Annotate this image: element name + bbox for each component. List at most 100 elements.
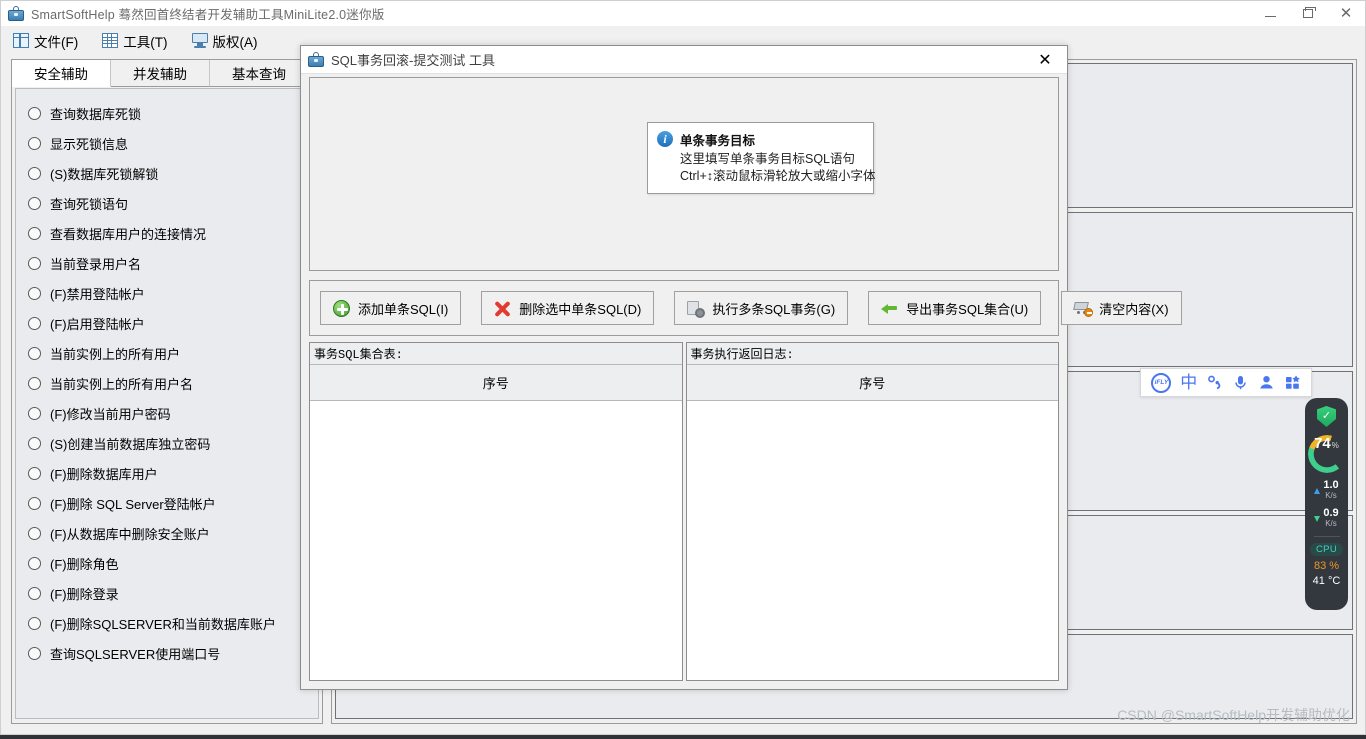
radio-option[interactable]: (F)删除数据库用户 xyxy=(28,458,318,488)
radio-option[interactable]: 查询数据库死锁 xyxy=(28,98,318,128)
radio-option[interactable]: (F)删除角色 xyxy=(28,548,318,578)
radio-option[interactable]: (F)删除登录 xyxy=(28,578,318,608)
sql-collection-column-header: 序号 xyxy=(310,365,682,401)
radio-label: (F)修改当前用户密码 xyxy=(50,406,171,422)
dialog-toolbar: 添加单条SQL(I) 删除选中单条SQL(D) 执行多条SQL事务(G) 导出事… xyxy=(309,280,1182,336)
radio-label: (F)禁用登陆帐户 xyxy=(50,286,145,302)
execute-multi-sql-label: 执行多条SQL事务(G) xyxy=(712,301,836,317)
radio-option[interactable]: 显示死锁信息 xyxy=(28,128,318,158)
user-icon[interactable] xyxy=(1258,374,1275,391)
tooltip-line-2: Ctrl+↕滚动鼠标滑轮放大或缩小字体 xyxy=(680,169,876,183)
clear-cart-icon xyxy=(1073,300,1094,317)
main-title-bar: SmartSoftHelp 蓦然回首终结者开发辅助工具MiniLite2.0迷你… xyxy=(1,1,1365,26)
radio-option[interactable]: 当前登录用户名 xyxy=(28,248,318,278)
upload-speed-value: 1.0 xyxy=(1323,479,1339,491)
system-monitor-widget[interactable]: ✓ 74 % 1.0 K/s 0.9 K/s CPU 83 % 41 °C xyxy=(1305,398,1348,610)
add-single-sql-button[interactable]: 添加单条SQL(I) xyxy=(320,291,462,325)
minimize-button[interactable] xyxy=(1251,1,1289,26)
export-arrow-icon xyxy=(881,300,898,317)
sql-collection-grid-body[interactable] xyxy=(310,401,682,680)
export-sql-collection-label: 导出事务SQL集合(U) xyxy=(906,301,1029,317)
menu-item-copyright[interactable]: 版权(A) xyxy=(191,31,258,51)
file-panes-icon xyxy=(13,33,29,48)
radio-option[interactable]: (F)启用登陆帐户 xyxy=(28,308,318,338)
radio-circle-icon xyxy=(28,616,41,630)
radio-option[interactable]: (F)删除 SQL Server登陆帐户 xyxy=(28,488,318,518)
delete-selected-sql-button[interactable]: 删除选中单条SQL(D) xyxy=(481,291,655,325)
info-icon: i xyxy=(657,131,673,147)
punctuation-icon[interactable] xyxy=(1206,374,1223,391)
radio-option[interactable]: (F)从数据库中删除安全账户 xyxy=(28,518,318,548)
execution-log-column-header: 序号 xyxy=(686,365,1058,401)
apps-grid-icon[interactable] xyxy=(1284,374,1301,391)
radio-circle-icon xyxy=(28,646,41,660)
monitor-divider xyxy=(1313,536,1340,537)
radio-label: (F)删除SQLSERVER和当前数据库账户 xyxy=(50,616,276,632)
radio-circle-icon xyxy=(28,586,41,600)
radio-circle-icon xyxy=(28,436,41,450)
execution-log-grid: 事务执行返回日志: 序号 xyxy=(685,342,1059,681)
execute-multi-sql-button[interactable]: 执行多条SQL事务(G) xyxy=(674,291,849,325)
delete-x-icon xyxy=(494,300,511,317)
export-sql-collection-button[interactable]: 导出事务SQL集合(U) xyxy=(868,291,1042,325)
menu-item-file[interactable]: 文件(F) xyxy=(13,31,78,51)
radio-circle-icon xyxy=(28,316,41,330)
tab-concurrency-helper[interactable]: 并发辅助 xyxy=(111,60,210,87)
radio-option[interactable]: (F)修改当前用户密码 xyxy=(28,398,318,428)
radio-option[interactable]: 查看数据库用户的连接情况 xyxy=(28,218,318,248)
execution-log-grid-caption: 事务执行返回日志: xyxy=(686,343,1058,365)
radio-option[interactable]: 查询SQLSERVER使用端口号 xyxy=(28,638,318,668)
radio-label: 当前实例上的所有用户 xyxy=(50,346,181,362)
radio-label: 当前实例上的所有用户名 xyxy=(50,376,194,392)
radio-label: (F)删除登录 xyxy=(50,586,119,602)
radio-circle-icon xyxy=(28,286,41,300)
chinese-mode-icon[interactable]: 中 xyxy=(1180,374,1197,391)
radio-option[interactable]: 查询死锁语句 xyxy=(28,188,318,218)
ifly-logo-icon[interactable]: iFLY xyxy=(1151,372,1172,393)
radio-circle-icon xyxy=(28,556,41,570)
tab-security-helper-label: 安全辅助 xyxy=(34,67,88,82)
tab-basic-query[interactable]: 基本查询 xyxy=(210,60,309,87)
menu-item-tools[interactable]: 工具(T) xyxy=(102,31,168,51)
clear-content-label: 清空内容(X) xyxy=(1099,301,1169,317)
radio-circle-icon xyxy=(28,406,41,420)
radio-option[interactable]: 当前实例上的所有用户 xyxy=(28,338,318,368)
dialog-close-button[interactable]: ✕ xyxy=(1027,46,1063,74)
dialog-minimize-button[interactable] xyxy=(991,46,1027,74)
cpu-label-badge: CPU xyxy=(1310,543,1343,556)
radio-circle-icon xyxy=(28,106,41,120)
radio-circle-icon xyxy=(28,496,41,510)
radio-label: 查询死锁语句 xyxy=(50,196,129,212)
clear-content-button[interactable]: 清空内容(X) xyxy=(1061,291,1182,325)
upload-speed-unit: K/s xyxy=(1325,491,1337,500)
cpu-percent-value: 83 % xyxy=(1313,560,1340,572)
radio-circle-icon xyxy=(28,526,41,540)
dialog-title: SQL事务回滚-提交测试 工具 xyxy=(331,53,495,68)
maximize-button[interactable] xyxy=(1289,1,1327,26)
radio-circle-icon xyxy=(28,166,41,180)
upload-speed-row: 1.0 K/s xyxy=(1314,479,1339,501)
radio-label: (F)删除角色 xyxy=(50,556,119,572)
ifly-logo-text: iFLY xyxy=(1151,372,1172,393)
radio-option[interactable]: (S)数据库死锁解锁 xyxy=(28,158,318,188)
tab-security-helper[interactable]: 安全辅助 xyxy=(12,60,111,87)
sql-transaction-dialog: SQL事务回滚-提交测试 工具 ✕ i 单条事务目标 这里填写单条事务目标SQL… xyxy=(300,45,1182,690)
screen: SmartSoftHelp 蓦然回首终结者开发辅助工具MiniLite2.0迷你… xyxy=(0,0,1366,739)
close-button[interactable]: ✕ xyxy=(1327,1,1365,26)
radio-option[interactable]: (F)禁用登陆帐户 xyxy=(28,278,318,308)
ime-toolbar: iFLY 中 xyxy=(1140,368,1312,397)
radio-option[interactable]: (F)删除SQLSERVER和当前数据库账户 xyxy=(28,608,318,638)
arrow-down-icon xyxy=(1314,515,1321,522)
radio-option[interactable]: (S)创建当前数据库独立密码 xyxy=(28,428,318,458)
left-tab-panel: 安全辅助 并发辅助 基本查询 查询数据库死锁 显示死锁信息 (S)数据库死锁解锁… xyxy=(11,59,323,724)
radio-label: (F)启用登陆帐户 xyxy=(50,316,145,332)
radio-circle-icon xyxy=(28,226,41,240)
sql-collection-grid: 事务SQL集合表: 序号 xyxy=(309,342,683,681)
execution-log-grid-body[interactable] xyxy=(686,401,1058,680)
cpu-temperature-value: 41 °C xyxy=(1312,575,1341,587)
radio-option[interactable]: 当前实例上的所有用户名 xyxy=(28,368,318,398)
menu-item-copyright-label: 版权(A) xyxy=(212,34,258,50)
add-single-sql-label: 添加单条SQL(I) xyxy=(358,301,449,317)
radio-label: (S)创建当前数据库独立密码 xyxy=(50,436,211,452)
microphone-icon[interactable] xyxy=(1232,374,1249,391)
